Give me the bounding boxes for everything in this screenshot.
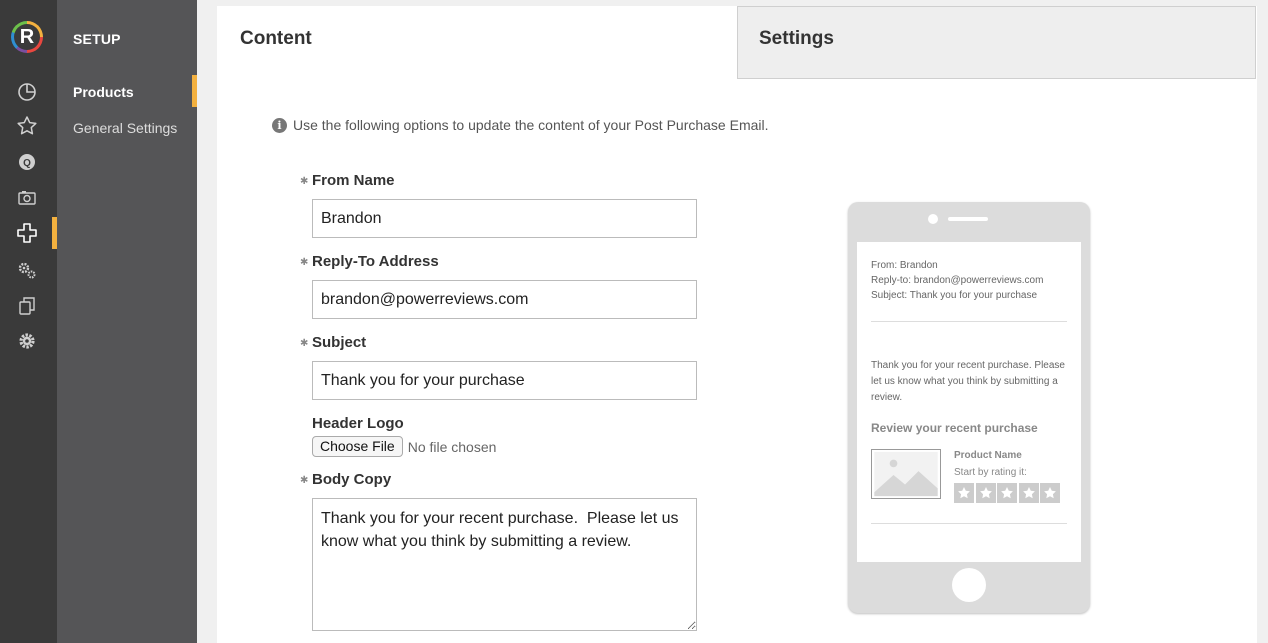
tab-content-label: Content xyxy=(240,28,312,49)
camera-icon[interactable] xyxy=(15,186,39,210)
settings-icon[interactable] xyxy=(15,329,39,353)
info-text: Use the following options to update the … xyxy=(293,117,769,133)
sidebar-title: SETUP xyxy=(73,31,121,47)
star-icon xyxy=(997,483,1017,503)
star-icon xyxy=(954,483,974,503)
tab-content[interactable]: Content xyxy=(217,6,737,78)
product-image-placeholder-icon xyxy=(871,449,941,499)
header-logo-file-input: Choose File No file chosen xyxy=(312,436,496,457)
preview-body: Thank you for your recent purchase. Plea… xyxy=(871,360,1065,403)
star-icon xyxy=(975,483,996,503)
from-name-label: From Name xyxy=(312,172,395,189)
phone-speaker xyxy=(948,217,988,221)
gears-icon[interactable] xyxy=(15,258,39,282)
star-icon xyxy=(1040,483,1060,503)
preview-divider xyxy=(871,321,1067,322)
dashboard-icon[interactable] xyxy=(15,80,39,104)
from-name-input[interactable] xyxy=(312,199,697,238)
sidebar-item-products[interactable]: Products xyxy=(73,84,134,100)
tab-settings-label: Settings xyxy=(759,28,834,49)
tab-settings[interactable]: Settings xyxy=(737,6,1256,79)
preview-from: From: Brandon xyxy=(871,260,938,271)
preview-header-meta: From: Brandon Reply-to: brandon@powerrev… xyxy=(871,258,1043,303)
sidebar-active-indicator xyxy=(192,75,197,107)
header-logo-label: Header Logo xyxy=(312,415,404,432)
required-marker: ✱ xyxy=(300,176,309,187)
phone-home-button xyxy=(952,568,986,602)
info-icon: i xyxy=(272,117,287,133)
star-icon[interactable] xyxy=(15,114,39,138)
body-copy-textarea[interactable]: Thank you for your recent purchase. Plea… xyxy=(312,498,697,631)
preview-divider xyxy=(871,523,1067,524)
body-copy-label: Body Copy xyxy=(312,471,392,488)
preview-rating-prompt: Start by rating it: xyxy=(954,467,1027,478)
brand-logo[interactable]: R xyxy=(11,21,43,53)
main-panel: Content Settings i Use the following opt… xyxy=(217,6,1257,643)
required-marker: ✱ xyxy=(300,338,309,349)
reply-to-label: Reply-To Address xyxy=(312,253,439,270)
sidebar-item-general-settings[interactable]: General Settings xyxy=(73,120,177,136)
reply-to-input[interactable] xyxy=(312,280,697,319)
info-message: i Use the following options to update th… xyxy=(272,117,769,133)
subject-label: Subject xyxy=(312,334,367,351)
plus-icon[interactable] xyxy=(15,221,39,245)
email-preview-screen: From: Brandon Reply-to: brandon@powerrev… xyxy=(857,242,1081,562)
required-marker: ✱ xyxy=(300,475,309,486)
choose-file-button[interactable]: Choose File xyxy=(312,436,403,457)
preview-star-rating xyxy=(954,483,1062,503)
sidebar: SETUP Products General Settings xyxy=(57,0,197,643)
preview-reply-to: Reply-to: brandon@powerreviews.com xyxy=(871,275,1044,286)
required-marker: ✱ xyxy=(300,257,309,268)
star-icon xyxy=(1018,483,1039,503)
copy-icon[interactable] xyxy=(15,294,39,318)
qa-icon[interactable]: Q xyxy=(15,150,39,174)
preview-product-name: Product Name xyxy=(954,450,1022,461)
file-status: No file chosen xyxy=(407,438,497,455)
preview-subject: Subject: Thank you for your purchase xyxy=(871,290,1038,301)
email-preview-phone: From: Brandon Reply-to: brandon@powerrev… xyxy=(848,202,1090,613)
preview-heading: Review your recent purchase xyxy=(871,421,1038,435)
svg-text:Q: Q xyxy=(23,158,31,169)
icon-rail: R Q xyxy=(0,0,57,643)
subject-input[interactable] xyxy=(312,361,697,400)
phone-camera xyxy=(928,214,938,224)
